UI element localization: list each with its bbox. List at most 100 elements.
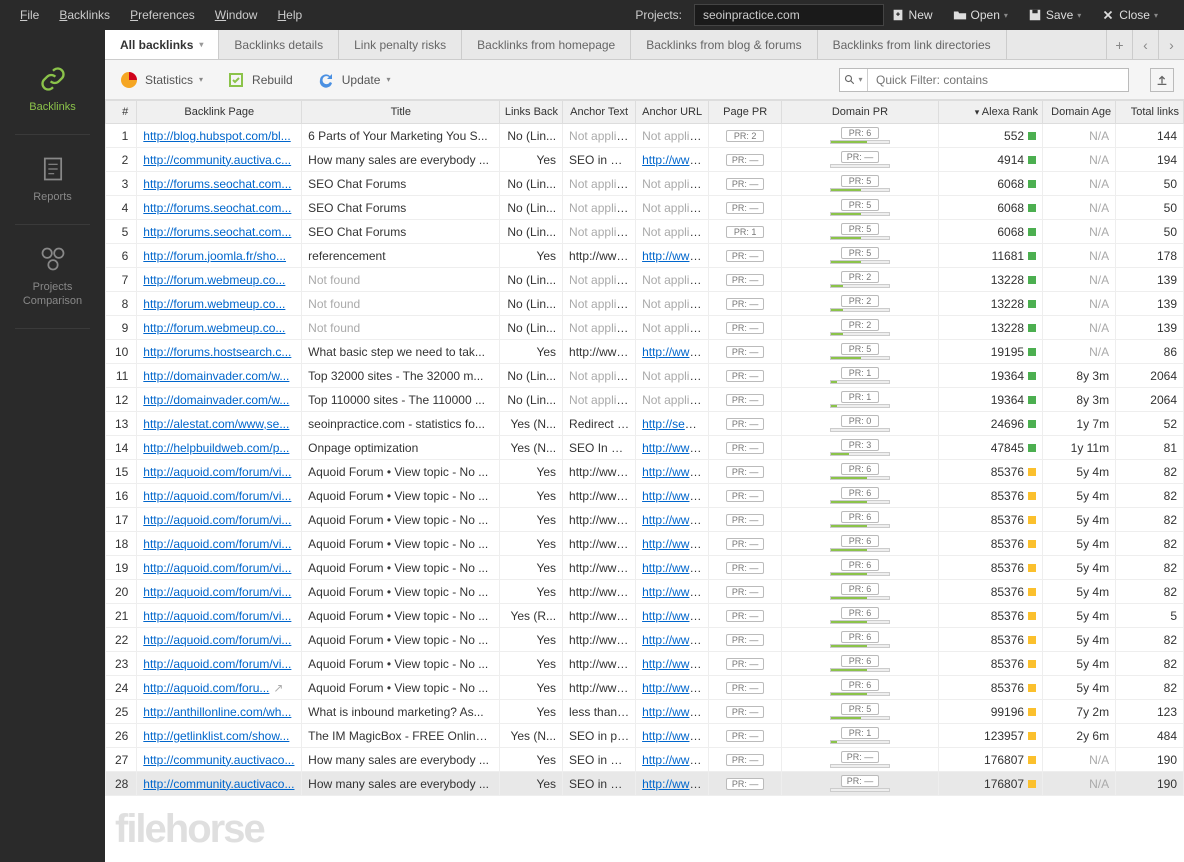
backlink-page-link[interactable]: http://forum.webmeup.co... (143, 321, 285, 335)
update-button[interactable]: Update▾ (312, 66, 395, 94)
table-row[interactable]: 19http://aquoid.com/forum/vi...Aquoid Fo… (106, 556, 1184, 580)
backlink-page-link[interactable]: http://aquoid.com/forum/vi... (143, 657, 291, 671)
table-row[interactable]: 26http://getlinklist.com/show...The IM M… (106, 724, 1184, 748)
backlink-page-link[interactable]: http://forums.seochat.com... (143, 225, 291, 239)
new-button[interactable]: New (885, 8, 939, 22)
table-row[interactable]: 3http://forums.seochat.com...SEO Chat Fo… (106, 172, 1184, 196)
table-row[interactable]: 15http://aquoid.com/forum/vi...Aquoid Fo… (106, 460, 1184, 484)
sidebar-item-reports[interactable]: Reports (0, 140, 105, 219)
backlink-page-link[interactable]: http://forum.webmeup.co... (143, 297, 285, 311)
anchor-url-link[interactable]: http://www... (642, 537, 707, 551)
table-row[interactable]: 4http://forums.seochat.com...SEO Chat Fo… (106, 196, 1184, 220)
backlink-page-link[interactable]: http://forums.seochat.com... (143, 201, 291, 215)
backlink-page-link[interactable]: http://aquoid.com/foru... (143, 681, 269, 695)
backlink-page-link[interactable]: http://aquoid.com/forum/vi... (143, 537, 291, 551)
table-row[interactable]: 23http://aquoid.com/forum/vi...Aquoid Fo… (106, 652, 1184, 676)
table-row[interactable]: 20http://aquoid.com/forum/vi...Aquoid Fo… (106, 580, 1184, 604)
backlink-page-link[interactable]: http://aquoid.com/forum/vi... (143, 609, 291, 623)
anchor-url-link[interactable]: http://www... (642, 633, 707, 647)
table-row[interactable]: 11http://domainvader.com/w...Top 32000 s… (106, 364, 1184, 388)
column-header[interactable]: Page PR (709, 101, 782, 124)
tab-scroll-left[interactable]: ‹ (1132, 30, 1158, 59)
rebuild-button[interactable]: Rebuild (222, 66, 297, 94)
tab-link-penalty-risks[interactable]: Link penalty risks (339, 30, 462, 59)
table-row[interactable]: 24http://aquoid.com/foru...↗Aquoid Forum… (106, 676, 1184, 700)
menu-preferences[interactable]: Preferences (130, 8, 195, 22)
backlink-page-link[interactable]: http://blog.hubspot.com/bl... (143, 129, 290, 143)
close-button[interactable]: Close▾ (1095, 8, 1164, 22)
table-row[interactable]: 1http://blog.hubspot.com/bl...6 Parts of… (106, 124, 1184, 148)
tab-add-button[interactable]: + (1106, 30, 1132, 59)
backlink-page-link[interactable]: http://aquoid.com/forum/vi... (143, 465, 291, 479)
project-selector[interactable]: seoinpractice.com (694, 4, 884, 26)
backlink-page-link[interactable]: http://domainvader.com/w... (143, 369, 289, 383)
table-row[interactable]: 8http://forum.webmeup.co...Not foundNo (… (106, 292, 1184, 316)
anchor-url-link[interactable]: http://www... (642, 153, 707, 167)
anchor-url-link[interactable]: http://www... (642, 441, 707, 455)
column-header[interactable]: Domain PR (782, 101, 939, 124)
backlink-page-link[interactable]: http://aquoid.com/forum/vi... (143, 585, 291, 599)
tab-backlinks-details[interactable]: Backlinks details (219, 30, 339, 59)
table-row[interactable]: 2http://community.auctiva.c...How many s… (106, 148, 1184, 172)
anchor-url-link[interactable]: http://www... (642, 681, 707, 695)
table-row[interactable]: 21http://aquoid.com/forum/vi...Aquoid Fo… (106, 604, 1184, 628)
backlink-page-link[interactable]: http://getlinklist.com/show... (143, 729, 289, 743)
column-header[interactable]: # (106, 101, 137, 124)
anchor-url-link[interactable]: http://www... (642, 729, 707, 743)
table-row[interactable]: 5http://forums.seochat.com...SEO Chat Fo… (106, 220, 1184, 244)
table-row[interactable]: 17http://aquoid.com/forum/vi...Aquoid Fo… (106, 508, 1184, 532)
sidebar-item-projects-comparison[interactable]: Projects Comparison (0, 230, 105, 322)
column-header[interactable]: Backlink Page (137, 101, 302, 124)
backlink-page-link[interactable]: http://community.auctiva.c... (143, 153, 291, 167)
search-icon[interactable]: ▾ (840, 69, 868, 91)
table-row[interactable]: 27http://community.auctivaco...How many … (106, 748, 1184, 772)
backlink-page-link[interactable]: http://anthillonline.com/wh... (143, 705, 291, 719)
table-row[interactable]: 13http://alestat.com/www,se...seoinpract… (106, 412, 1184, 436)
table-row[interactable]: 12http://domainvader.com/w...Top 110000 … (106, 388, 1184, 412)
statistics-button[interactable]: Statistics▾ (115, 66, 207, 94)
backlink-page-link[interactable]: http://aquoid.com/forum/vi... (143, 489, 291, 503)
anchor-url-link[interactable]: http://www... (642, 489, 707, 503)
tab-all-backlinks[interactable]: All backlinks▾ (105, 30, 219, 59)
backlink-page-link[interactable]: http://aquoid.com/forum/vi... (143, 513, 291, 527)
table-row[interactable]: 6http://forum.joomla.fr/sho...referencem… (106, 244, 1184, 268)
backlink-page-link[interactable]: http://domainvader.com/w... (143, 393, 289, 407)
anchor-url-link[interactable]: http://www... (642, 609, 707, 623)
anchor-url-link[interactable]: http://www... (642, 705, 707, 719)
table-row[interactable]: 16http://aquoid.com/forum/vi...Aquoid Fo… (106, 484, 1184, 508)
anchor-url-link[interactable]: http://www... (642, 585, 707, 599)
table-row[interactable]: 25http://anthillonline.com/wh...What is … (106, 700, 1184, 724)
table-row[interactable]: 9http://forum.webmeup.co...Not foundNo (… (106, 316, 1184, 340)
backlink-page-link[interactable]: http://community.auctivaco... (143, 753, 294, 767)
backlink-page-link[interactable]: http://forum.webmeup.co... (143, 273, 285, 287)
tab-scroll-right[interactable]: › (1158, 30, 1184, 59)
save-button[interactable]: Save▾ (1022, 8, 1087, 22)
backlink-page-link[interactable]: http://aquoid.com/forum/vi... (143, 633, 291, 647)
table-container[interactable]: #Backlink PageTitleLinks BackAnchor Text… (105, 100, 1184, 862)
column-header[interactable]: Anchor URL (636, 101, 709, 124)
anchor-url-link[interactable]: http://www... (642, 249, 707, 263)
table-row[interactable]: 10http://forums.hostsearch.c...What basi… (106, 340, 1184, 364)
sidebar-item-backlinks[interactable]: Backlinks (0, 50, 105, 129)
anchor-url-link[interactable]: http://www... (642, 657, 707, 671)
anchor-url-link[interactable]: http://www... (642, 561, 707, 575)
anchor-url-link[interactable]: http://www... (642, 777, 707, 791)
backlink-page-link[interactable]: http://alestat.com/www,se... (143, 417, 289, 431)
menu-window[interactable]: Window (215, 8, 258, 22)
menu-help[interactable]: Help (277, 8, 302, 22)
backlink-page-link[interactable]: http://forum.joomla.fr/sho... (143, 249, 286, 263)
export-button[interactable] (1150, 68, 1174, 92)
column-header[interactable]: Title (302, 101, 500, 124)
menu-file[interactable]: File (20, 8, 39, 22)
open-button[interactable]: Open▾ (947, 8, 1014, 22)
backlink-page-link[interactable]: http://aquoid.com/forum/vi... (143, 561, 291, 575)
table-row[interactable]: 14http://helpbuildweb.com/p...Onpage opt… (106, 436, 1184, 460)
backlink-page-link[interactable]: http://community.auctivaco... (143, 777, 294, 791)
menu-backlinks[interactable]: Backlinks (59, 8, 110, 22)
anchor-url-link[interactable]: http://www... (642, 513, 707, 527)
table-row[interactable]: 18http://aquoid.com/forum/vi...Aquoid Fo… (106, 532, 1184, 556)
column-header[interactable]: Domain Age (1043, 101, 1116, 124)
column-header[interactable]: Total links (1116, 101, 1184, 124)
tab-backlinks-from-homepage[interactable]: Backlinks from homepage (462, 30, 631, 59)
anchor-url-link[interactable]: http://www... (642, 465, 707, 479)
